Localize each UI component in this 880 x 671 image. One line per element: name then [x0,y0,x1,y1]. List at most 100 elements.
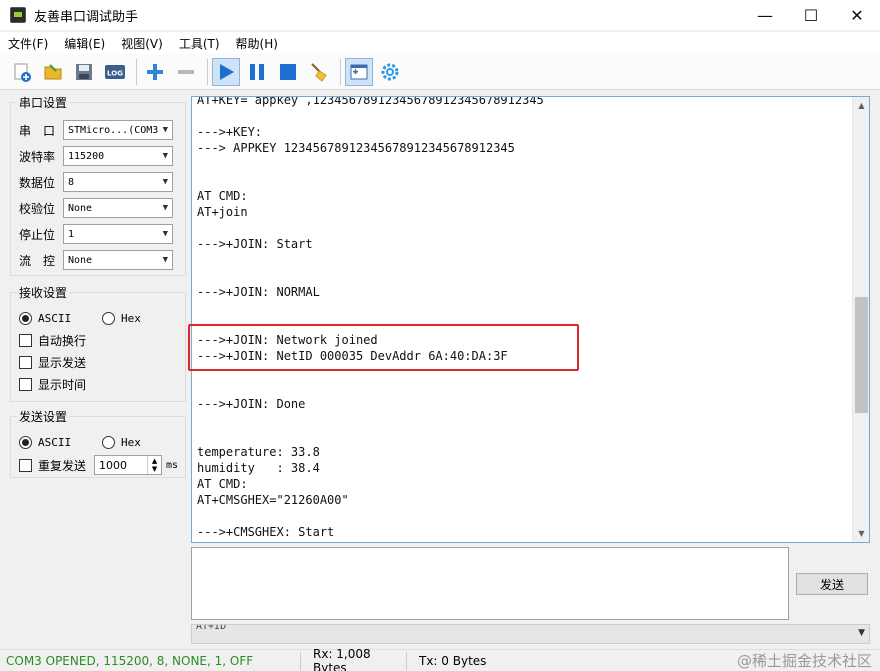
flowcontrol-value: None [68,254,93,266]
baudrate-label: 波特率 [19,149,56,164]
save-icon[interactable] [70,58,98,86]
add-icon[interactable] [141,58,169,86]
settings-panel: 串口设置 串 口 STMicro...(COM3 ▼ 波特率 115200 ▼ 数据… [10,94,186,478]
flowcontrol-label: 流 控 [19,253,56,268]
chevron-down-icon: ▼ [162,229,168,239]
send-settings-group: 发送设置 ASCII Hex 重复发送 1000 ▲ ▼ ms [10,408,186,478]
stopbits-select[interactable]: 1 ▼ [63,224,173,244]
port-status: COM3 OPENED, 115200, 8, NONE, 1, OFF [6,653,254,668]
chevron-down-icon: ▼ [162,177,168,187]
flowcontrol-row: 流 控 None ▼ [19,247,179,273]
annotation-highlight-box [188,324,579,371]
port-select[interactable]: STMicro...(COM3 ▼ [63,120,173,140]
port-label: 串 口 [19,123,56,138]
window-controls: — ☐ ✕ [742,0,880,30]
parity-label: 校验位 [19,201,56,216]
command-history-combo[interactable]: AT+ID ▼ [191,624,870,644]
rx-count: Rx: 1,008 Bytes [313,646,371,671]
broom-clear-icon[interactable] [305,58,333,86]
databits-label: 数据位 [19,175,56,190]
recv-hex-label: Hex [121,311,141,325]
send-hex-radio[interactable] [102,435,115,449]
scroll-down-icon[interactable]: ▼ [853,525,869,542]
chevron-down-icon: ▼ [162,203,168,213]
maximize-button[interactable]: ☐ [788,0,834,30]
menu-help[interactable]: 帮助(H) [228,35,286,52]
serial-settings-group: 串口设置 串 口 STMicro...(COM3 ▼ 波特率 115200 ▼ 数据… [10,94,186,276]
receive-settings-title: 接收设置 [19,286,68,300]
parity-value: None [68,202,93,214]
databits-value: 8 [68,176,75,188]
toolbar-separator [136,58,137,85]
send-textarea[interactable] [191,547,789,620]
new-file-icon[interactable] [8,58,36,86]
close-button[interactable]: ✕ [834,0,880,30]
repeat-send-checkbox[interactable] [19,458,32,472]
open-folder-icon[interactable] [39,58,67,86]
recv-hex-radio[interactable] [102,311,115,325]
window-layout-icon[interactable] [345,57,373,86]
stopbits-value: 1 [68,228,75,240]
menu-view[interactable]: 视图(V) [113,35,171,52]
show-send-label: 显示发送 [38,355,87,370]
baudrate-select[interactable]: 115200 ▼ [63,146,173,166]
show-time-checkbox[interactable] [19,377,32,391]
send-ascii-radio[interactable] [19,435,32,449]
repeat-interval-unit: ms [166,459,179,471]
show-send-checkbox[interactable] [19,355,32,369]
title-bar: 友善串口调试助手 — ☐ ✕ [0,0,880,30]
minimize-button[interactable]: — [742,0,788,30]
send-hex-label: Hex [121,435,141,449]
scrollbar-thumb[interactable] [855,297,868,413]
tx-count: Tx: 0 Bytes [419,653,487,668]
auto-wrap-row: 自动换行 [19,329,179,351]
flowcontrol-select[interactable]: None ▼ [63,250,173,270]
receive-format-row: ASCII Hex [19,307,179,329]
repeat-interval-spinbox[interactable]: 1000 ▲ ▼ [94,455,163,475]
command-history-value: AT+ID [196,624,227,632]
menu-tools[interactable]: 工具(T) [171,35,228,52]
stop-icon[interactable] [274,58,302,86]
stopbits-row: 停止位 1 ▼ [19,221,179,247]
remove-icon[interactable] [172,58,200,86]
spin-arrows-icon[interactable]: ▲ ▼ [147,456,161,474]
chevron-down-icon: ▼ [858,628,865,638]
log-icon[interactable]: LOG [101,58,129,86]
baudrate-value: 115200 [68,150,105,162]
port-value: STMicro...(COM3 [68,124,159,136]
parity-row: 校验位 None ▼ [19,195,179,221]
show-send-row: 显示发送 [19,351,179,373]
chevron-down-icon: ▼ [162,125,168,135]
status-bar: COM3 OPENED, 115200, 8, NONE, 1, OFF Rx:… [0,646,880,671]
toolbar-separator [340,58,341,85]
settings-gear-icon[interactable] [376,58,404,86]
receive-scrollbar[interactable]: ▲ ▼ [852,97,869,542]
app-icon [10,7,26,23]
send-ascii-label: ASCII [38,435,72,449]
databits-select[interactable]: 8 ▼ [63,172,173,192]
play-icon[interactable] [212,57,240,86]
receive-textarea[interactable]: AT+KEY= appkey ,123456789123456789123456… [191,96,870,543]
recv-ascii-radio[interactable] [19,311,32,325]
databits-row: 数据位 8 ▼ [19,169,179,195]
receive-settings-group: 接收设置 ASCII Hex 自动换行 显示发送 显示时间 [10,284,186,402]
auto-wrap-checkbox[interactable] [19,333,32,347]
toolbar-separator [207,58,208,85]
repeat-interval-value: 1000 [99,458,128,472]
send-settings-title: 发送设置 [19,410,68,424]
serial-settings-title: 串口设置 [19,96,68,110]
port-row: 串 口 STMicro...(COM3 ▼ [19,117,179,143]
auto-wrap-label: 自动换行 [38,333,87,348]
stopbits-label: 停止位 [19,227,56,242]
pause-icon[interactable] [243,58,271,86]
menu-bar: 文件(F) 编辑(E) 视图(V) 工具(T) 帮助(H) [0,32,880,54]
baudrate-row: 波特率 115200 ▼ [19,143,179,169]
chevron-down-icon: ▼ [162,151,168,161]
menu-edit[interactable]: 编辑(E) [56,35,113,52]
scroll-up-icon[interactable]: ▲ [853,97,869,114]
menu-file[interactable]: 文件(F) [0,35,56,52]
receive-log: AT+KEY= appkey ,123456789123456789123456… [197,96,544,539]
parity-select[interactable]: None ▼ [63,198,173,218]
send-button[interactable]: 发送 [796,573,868,595]
recv-ascii-label: ASCII [38,311,72,325]
